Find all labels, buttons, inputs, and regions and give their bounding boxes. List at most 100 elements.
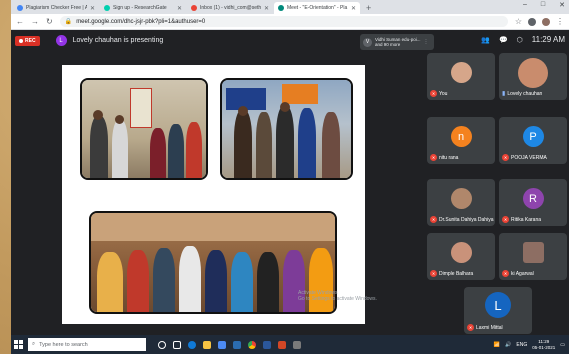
close-window-icon[interactable]: ✕ xyxy=(559,1,565,9)
chip-line2: and 90 more xyxy=(375,42,401,47)
tab-inbox[interactable]: Inbox (1) - vidhi_com@sethcda.u ✕ xyxy=(187,2,273,14)
chip-text: Vidhi Suman edu-poi... and 90 more xyxy=(375,37,420,47)
powerpoint-icon[interactable] xyxy=(278,340,286,349)
participant-name: Ritika Karana xyxy=(511,216,542,223)
watermark-line2: Go to Settings to activate Windows. xyxy=(298,296,377,302)
activities-icon[interactable]: ⬡ xyxy=(517,36,523,44)
participant-photo xyxy=(450,242,472,263)
back-arrow-icon[interactable]: ← xyxy=(16,17,24,26)
notification-icon[interactable]: ▭ xyxy=(560,342,565,348)
mail-icon[interactable] xyxy=(233,340,241,349)
participant-photo xyxy=(450,62,472,83)
extension-area: ☆ ⋮ xyxy=(515,17,564,26)
participant-name: nitu rana xyxy=(439,154,459,161)
participant-name: Lovely chauhan xyxy=(507,90,543,97)
tab-plagiarism-checker[interactable]: Plagiarism Checker Free | Accura ✕ xyxy=(13,2,99,14)
language-indicator[interactable]: ENG xyxy=(516,342,527,348)
profile-avatar[interactable] xyxy=(542,17,550,26)
participant-tile[interactable]: ✕ You xyxy=(427,53,495,100)
participant-chip[interactable]: V Vidhi Suman edu-poi... and 90 more ⋮ xyxy=(360,34,434,50)
close-icon[interactable]: ✕ xyxy=(90,5,95,12)
tab-favicon-icon xyxy=(191,5,197,11)
close-icon[interactable]: ✕ xyxy=(177,5,182,12)
participant-avatar: L xyxy=(485,292,511,318)
search-icon: ⌕ xyxy=(32,341,36,347)
presenting-bar: REC L Lovely chauhan is presenting xyxy=(15,35,163,46)
volume-icon[interactable]: 🔊 xyxy=(505,342,511,348)
participant-avatar: n xyxy=(450,126,472,147)
taskbar-clock[interactable]: 11:29 05-01-2021 xyxy=(532,339,555,350)
forward-arrow-icon[interactable]: → xyxy=(31,17,39,26)
lock-icon: 🔒 xyxy=(64,19,73,25)
mic-off-icon: ✕ xyxy=(430,216,437,223)
participant-name: You xyxy=(439,90,448,97)
start-button[interactable] xyxy=(11,335,26,354)
system-tray: 📶 🔊 ENG 11:29 05-01-2021 ▭ xyxy=(494,339,569,350)
participant-name: Dimple Balhara xyxy=(439,270,474,277)
new-tab-button[interactable]: + xyxy=(361,2,376,14)
presenter-avatar: L xyxy=(55,35,67,46)
word-icon[interactable] xyxy=(263,340,271,349)
minimize-icon[interactable]: – xyxy=(523,1,527,9)
participant-name: Dr.Sunita Dahiya Dahiya xyxy=(439,216,494,223)
taskbar-date: 05-01-2021 xyxy=(532,344,556,350)
people-icon[interactable]: 👥 xyxy=(481,36,490,44)
file-explorer-icon[interactable] xyxy=(203,340,211,349)
taskbar-search[interactable]: ⌕ Type here to search xyxy=(28,338,146,351)
pinned-apps xyxy=(158,340,301,349)
url-text: meet.google.com/dhc-jsjr-pbk?pli=1&authu… xyxy=(76,18,206,25)
reload-icon[interactable]: ↻ xyxy=(46,17,53,26)
address-bar[interactable]: 🔒 meet.google.com/dhc-jsjr-pbk?pli=1&aut… xyxy=(59,16,508,27)
recording-badge: REC xyxy=(15,35,40,46)
close-icon[interactable]: ✕ xyxy=(351,5,356,12)
participant-photo xyxy=(518,58,548,88)
audio-wave-icon: ▮ xyxy=(502,91,506,97)
browser-toolbar: ← → ↻ 🔒 meet.google.com/dhc-jsjr-pbk?pli… xyxy=(11,14,569,30)
edge-icon[interactable] xyxy=(188,340,196,349)
maximize-icon[interactable]: □ xyxy=(541,1,545,9)
meeting-clock: 11:29 AM xyxy=(531,35,565,44)
chip-avatar: V xyxy=(363,37,372,47)
chat-icon[interactable]: 💬 xyxy=(499,36,508,44)
event-photo-2 xyxy=(220,78,353,180)
tab-meet[interactable]: Meet - "E-Orientation" - Pla ✕ xyxy=(274,2,360,14)
shared-screen-slide xyxy=(62,65,365,324)
participant-tile[interactable]: L ✕ Laxmi Mittal xyxy=(464,287,532,334)
cortana-icon[interactable] xyxy=(158,340,166,349)
participant-name: Laxmi Mittal xyxy=(476,324,503,331)
extension-icon[interactable] xyxy=(528,17,536,26)
browser-tab-strip: Plagiarism Checker Free | Accura ✕ Sign … xyxy=(11,0,569,14)
participant-tile[interactable]: ✕ Dr.Sunita Dahiya Dahiya xyxy=(427,179,495,226)
tab-title: Inbox (1) - vidhi_com@sethcda.u xyxy=(200,5,261,11)
participant-tile[interactable]: n ✕ nitu rana xyxy=(427,117,495,164)
tab-researchgate[interactable]: Sign up - ResearchGate ✕ xyxy=(100,2,186,14)
app-icon[interactable] xyxy=(293,340,301,349)
tab-favicon-icon xyxy=(278,5,284,11)
rec-label: REC xyxy=(25,37,36,44)
store-icon[interactable] xyxy=(218,340,226,349)
screen: Plagiarism Checker Free | Accura ✕ Sign … xyxy=(11,0,569,354)
participant-tile[interactable]: P ✕ POOJA VERMA xyxy=(499,117,567,164)
activate-windows-watermark: Activate Windows Go to Settings to activ… xyxy=(298,290,388,302)
tab-title: Meet - "E-Orientation" - Pla xyxy=(287,5,348,11)
chrome-icon[interactable] xyxy=(248,340,256,349)
event-photo-1 xyxy=(80,78,208,180)
top-right-controls: 👥 💬 ⬡ 11:29 AM xyxy=(481,35,565,44)
participant-tile[interactable]: ✕ Dimple Balhara xyxy=(427,233,495,280)
participant-avatar: P xyxy=(522,126,544,147)
meet-area: REC L Lovely chauhan is presenting V Vid… xyxy=(11,31,569,335)
participant-name: ki Agarwal xyxy=(511,270,534,277)
task-view-icon[interactable] xyxy=(173,340,181,349)
tab-title: Plagiarism Checker Free | Accura xyxy=(26,5,87,11)
menu-kebab-icon[interactable]: ⋮ xyxy=(556,17,564,26)
mic-off-icon: ✕ xyxy=(502,216,509,223)
close-icon[interactable]: ✕ xyxy=(264,5,269,12)
participant-tile-speaking[interactable]: ▮ Lovely chauhan xyxy=(499,53,567,100)
participant-tile[interactable]: ✕ ki Agarwal xyxy=(499,233,567,280)
star-icon[interactable]: ☆ xyxy=(515,17,522,26)
taskbar-time: 11:29 xyxy=(538,339,550,344)
participant-tile[interactable]: R ✕ Ritika Karana xyxy=(499,179,567,226)
network-icon[interactable]: 📶 xyxy=(494,342,500,348)
window-controls: – □ ✕ xyxy=(523,1,565,9)
participant-name: POOJA VERMA xyxy=(511,154,547,161)
